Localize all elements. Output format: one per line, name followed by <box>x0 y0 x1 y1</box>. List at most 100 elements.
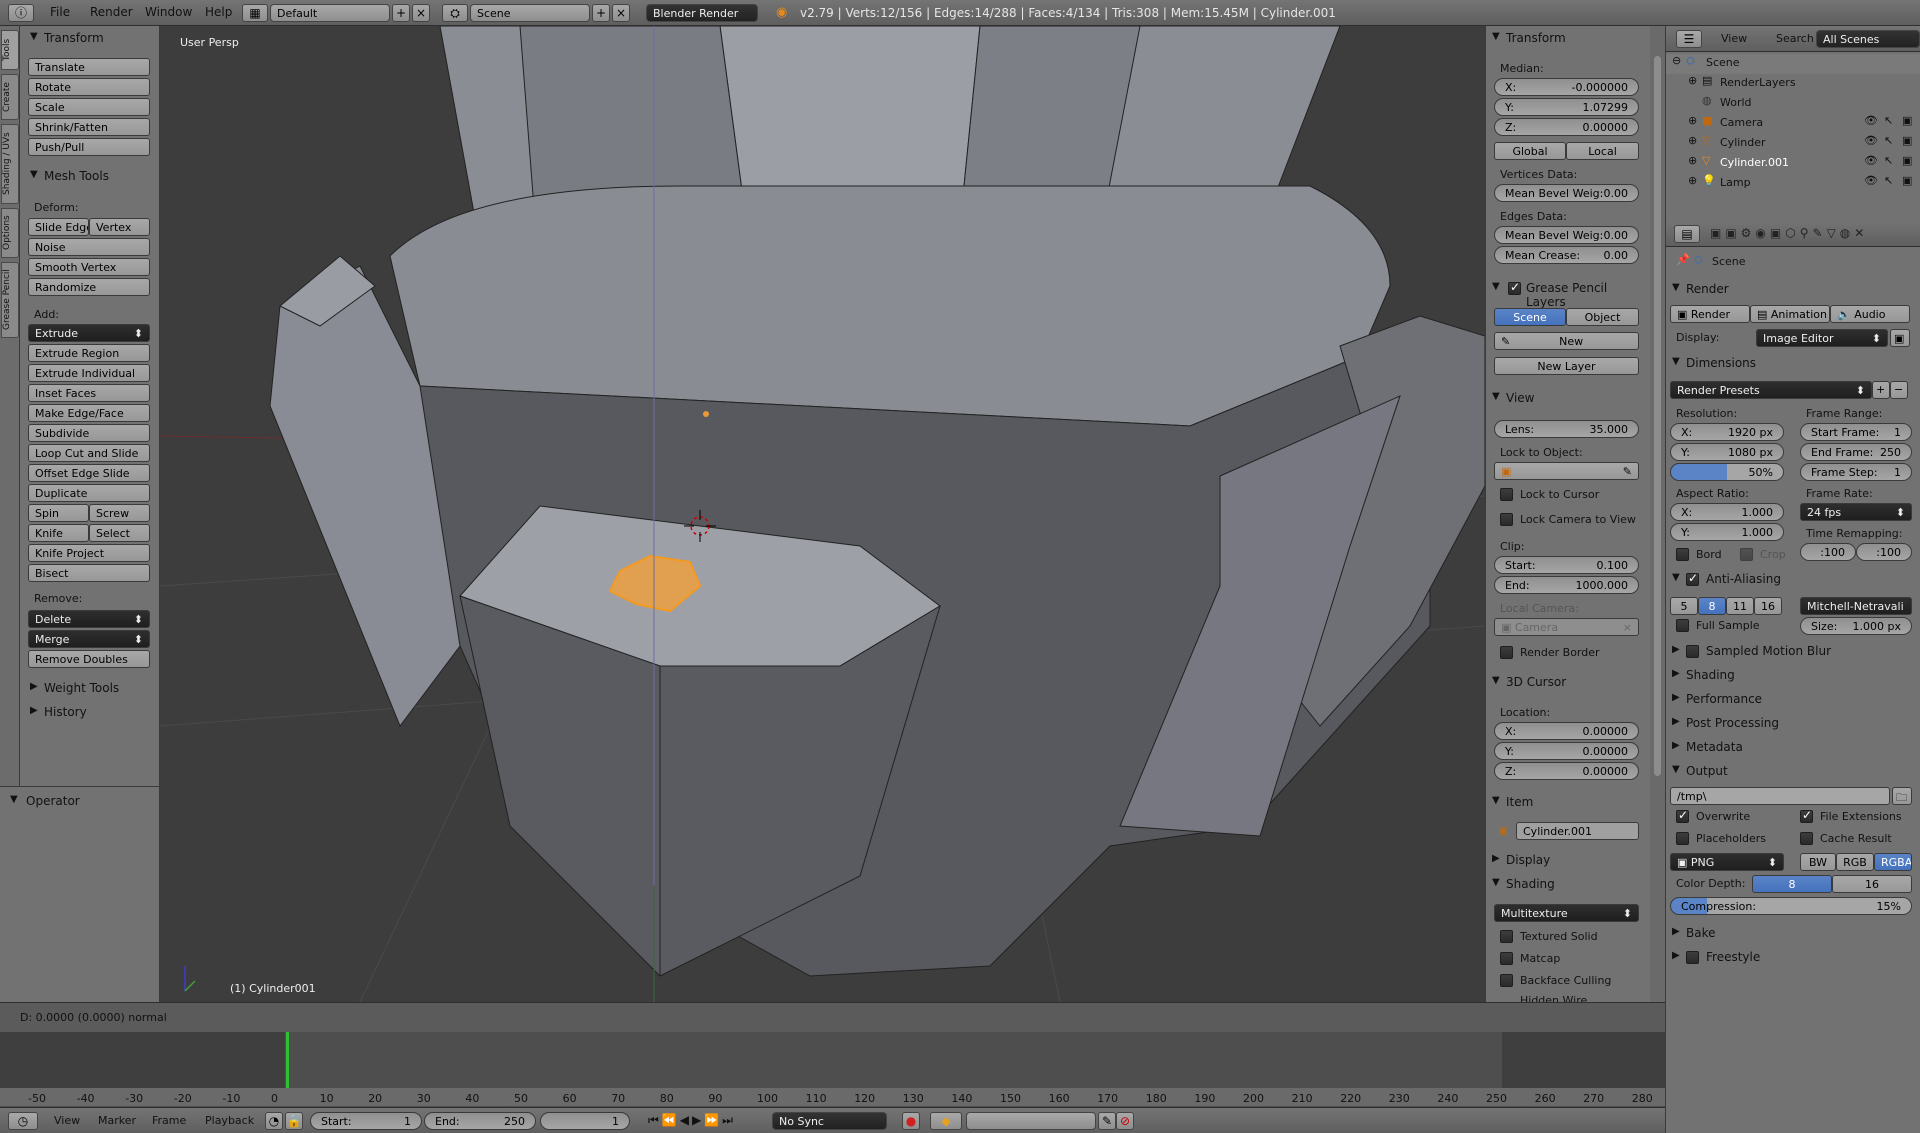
outliner-row-world[interactable]: ◍ World <box>1666 94 1920 114</box>
local-camera-field[interactable]: ▣ Camera × <box>1494 618 1639 636</box>
render-border-checkbox[interactable] <box>1500 646 1513 659</box>
outliner-row-lamp[interactable]: ⊕ 💡 Lamp 👁 ↖ ▣ <box>1666 174 1920 194</box>
operator-panel-header[interactable]: ▼ Operator <box>0 791 159 811</box>
merge-dropdown[interactable]: Merge ⬍ <box>28 630 150 648</box>
outliner-row-scene[interactable]: ⊖ ⛭ Scene <box>1666 54 1920 74</box>
compression-slider[interactable]: Compression: 15% <box>1670 897 1912 915</box>
edge-bevel-weight-field[interactable]: Mean Bevel Weig: 0.00 <box>1494 226 1639 244</box>
remove-scene-icon[interactable]: × <box>612 4 630 22</box>
cursor-select-icon[interactable]: ↖ <box>1884 154 1893 167</box>
cursor-select-icon[interactable]: ↖ <box>1884 114 1893 127</box>
metadata-panel-header[interactable]: ▶ Metadata <box>1666 737 1920 757</box>
panel-scrollbar[interactable] <box>1650 26 1665 1002</box>
aspect-y-field[interactable]: Y: 1.000 <box>1670 523 1784 541</box>
lock-cursor-checkbox[interactable] <box>1500 488 1513 501</box>
backface-culling-checkbox[interactable] <box>1500 974 1513 987</box>
3d-viewport[interactable]: User Persp (1) Cylinder001 <box>160 26 1485 1002</box>
outliner-row-renderlayers[interactable]: ⊕ ▤ RenderLayers <box>1666 74 1920 94</box>
grease-pencil-checkbox[interactable] <box>1508 280 1521 295</box>
cursor-select-icon[interactable]: ↖ <box>1884 174 1893 187</box>
render-icon[interactable]: ▣ <box>1902 174 1912 187</box>
audio-button[interactable]: 🔈 Audio <box>1830 305 1910 323</box>
render-presets-select[interactable]: Render Presets ⬍ <box>1670 381 1872 399</box>
shading-panel-header[interactable]: ▶ Shading <box>1666 665 1920 685</box>
frame-rate-select[interactable]: 24 fps ⬍ <box>1800 503 1912 521</box>
shading-panel-header[interactable]: ▼ Shading <box>1486 874 1650 894</box>
randomize-button[interactable]: Randomize <box>28 278 150 296</box>
add-preset-icon[interactable]: + <box>1872 381 1890 399</box>
extrude-region-button[interactable]: Extrude Region <box>28 344 150 362</box>
freestyle-checkbox[interactable] <box>1686 951 1699 964</box>
display-select[interactable]: Image Editor ⬍ <box>1756 329 1888 347</box>
render-icon[interactable]: ▣ <box>1902 154 1912 167</box>
global-toggle[interactable]: Global <box>1494 142 1566 160</box>
collapse-icon[interactable]: ⊖ <box>1672 54 1681 67</box>
expand-icon[interactable]: ⊕ <box>1688 154 1697 167</box>
render-button[interactable]: ▣ Render <box>1670 305 1750 323</box>
anti-aliasing-panel-header[interactable]: ▼Anti-Aliasing <box>1666 569 1920 589</box>
color-depth-8[interactable]: 8 <box>1752 875 1832 893</box>
motion-blur-checkbox[interactable] <box>1686 645 1699 658</box>
gp-scene-toggle[interactable]: Scene <box>1494 308 1566 326</box>
frame-step-field[interactable]: Frame Step: 1 <box>1800 463 1912 481</box>
slide-edge-button[interactable]: Slide Edge <box>28 218 89 236</box>
transform-panel-header[interactable]: ▼ Transform <box>20 28 159 48</box>
add-layout-icon[interactable]: + <box>392 4 410 22</box>
screen-layout-field[interactable]: Default <box>270 4 390 22</box>
item-panel-header[interactable]: ▼ Item <box>1486 792 1650 812</box>
inset-faces-button[interactable]: Inset Faces <box>28 384 150 402</box>
expand-icon[interactable]: ⊕ <box>1688 134 1697 147</box>
info-editor-icon[interactable]: ⓘ <box>8 4 34 22</box>
resolution-y-field[interactable]: Y: 1080 px <box>1670 443 1784 461</box>
knife-project-button[interactable]: Knife Project <box>28 544 150 562</box>
tab-grease-pencil[interactable]: Grease Pencil <box>1 262 19 338</box>
cache-result-checkbox[interactable] <box>1800 832 1813 845</box>
delete-keyframe-icon[interactable]: ⊘ <box>1116 1112 1134 1130</box>
playback-controls-icons[interactable]: ⏮⏪◀▶⏩⏭ <box>648 1113 736 1128</box>
output-path-field[interactable]: /tmp\ <box>1670 787 1890 805</box>
weight-tools-panel-header[interactable]: ▶ Weight Tools <box>20 678 159 698</box>
timeline-frame-menu[interactable]: Frame <box>152 1114 186 1127</box>
scene-field[interactable]: Scene <box>470 4 590 22</box>
time-remap-new-field[interactable]: :100 <box>1856 543 1912 561</box>
remove-layout-icon[interactable]: × <box>412 4 430 22</box>
new-layer-button[interactable]: New Layer <box>1494 357 1639 375</box>
sync-mode-select[interactable]: No Sync <box>772 1112 887 1130</box>
keying-icon[interactable]: ◆ <box>930 1112 962 1130</box>
duplicate-button[interactable]: Duplicate <box>28 484 150 502</box>
clip-end-field[interactable]: End: 1000.000 <box>1494 576 1639 594</box>
bake-panel-header[interactable]: ▶ Bake <box>1666 923 1920 943</box>
outliner-view-menu[interactable]: View <box>1721 32 1747 45</box>
aspect-x-field[interactable]: X: 1.000 <box>1670 503 1784 521</box>
outliner-editor-icon[interactable]: ☰ <box>1676 30 1702 48</box>
offset-edge-slide-button[interactable]: Offset Edge Slide <box>28 464 150 482</box>
lock-camera-checkbox[interactable] <box>1500 513 1513 526</box>
subdivide-button[interactable]: Subdivide <box>28 424 150 442</box>
color-depth-16[interactable]: 16 <box>1832 875 1912 893</box>
output-panel-header[interactable]: ▼ Output <box>1666 761 1920 781</box>
resolution-x-field[interactable]: X: 1920 px <box>1670 423 1784 441</box>
cursor-select-icon[interactable]: ↖ <box>1884 134 1893 147</box>
extrude-dropdown[interactable]: Extrude ⬍ <box>28 324 150 342</box>
properties-editor-icon[interactable]: ▤ <box>1674 225 1700 243</box>
end-frame-field[interactable]: End Frame: 250 <box>1800 443 1912 461</box>
mesh-tools-panel-header[interactable]: ▼ Mesh Tools <box>20 166 159 186</box>
filter-size-field[interactable]: Size: 1.000 px <box>1800 617 1912 635</box>
current-frame-field[interactable]: 1 <box>540 1112 630 1130</box>
cursor-y-field[interactable]: Y: 0.00000 <box>1494 742 1639 760</box>
tab-shading-uvs[interactable]: Shading / UVs <box>1 124 19 204</box>
eye-icon[interactable]: 👁 <box>1864 114 1878 127</box>
shading-mode-select[interactable]: Multitexture ⬍ <box>1494 904 1639 922</box>
make-edge-face-button[interactable]: Make Edge/Face <box>28 404 150 422</box>
color-bw-toggle[interactable]: BW <box>1800 853 1836 871</box>
file-format-select[interactable]: ▣ PNG ⬍ <box>1670 853 1784 871</box>
outliner-row-camera[interactable]: ⊕ ■ Camera 👁 ↖ ▣ <box>1666 114 1920 134</box>
lock-range-icon[interactable]: 🔒 <box>285 1112 303 1130</box>
vertex-slide-button[interactable]: Vertex <box>89 218 150 236</box>
timeline-playback-menu[interactable]: Playback <box>205 1114 254 1127</box>
median-y-field[interactable]: Y: 1.07299 <box>1494 98 1639 116</box>
dimensions-panel-header[interactable]: ▼ Dimensions <box>1666 353 1920 373</box>
layout-icon[interactable]: ▦ <box>242 4 268 22</box>
item-name-field[interactable]: Cylinder.001 <box>1516 822 1639 840</box>
vertex-bevel-weight-field[interactable]: Mean Bevel Weig: 0.00 <box>1494 184 1639 202</box>
